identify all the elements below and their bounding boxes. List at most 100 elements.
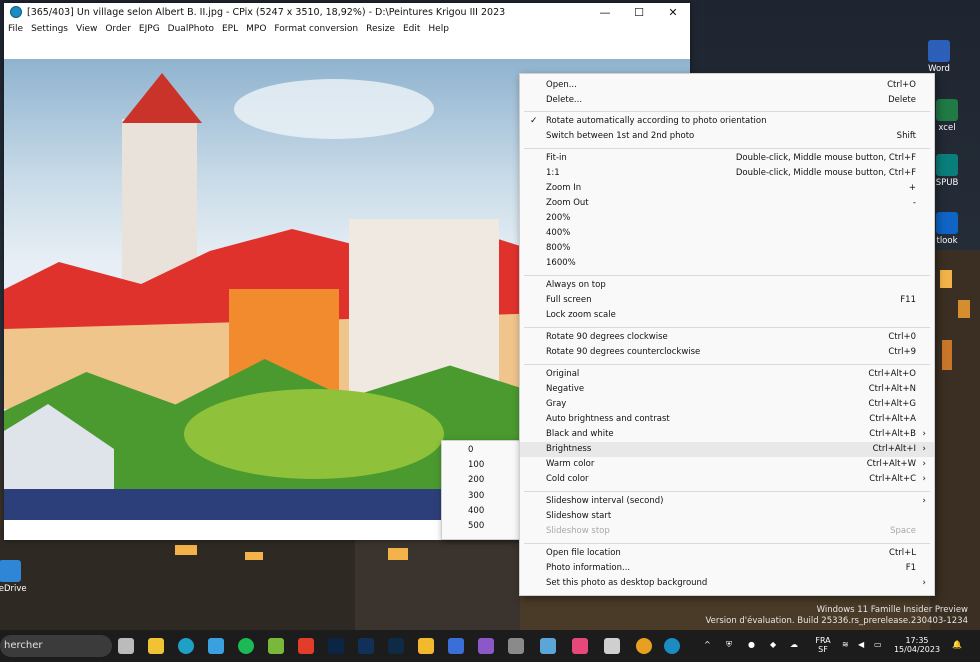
- brightness-option[interactable]: 0: [442, 443, 523, 458]
- desktop-icon-word[interactable]: Word: [917, 40, 961, 74]
- menu-item-open[interactable]: Open... Ctrl+O: [520, 78, 934, 93]
- wallpaper-window-light: [388, 548, 408, 560]
- spotify-icon[interactable]: [238, 638, 254, 654]
- app-purple-icon[interactable]: [478, 638, 494, 654]
- menu-help[interactable]: Help: [428, 24, 449, 34]
- menu-item-zoom-in[interactable]: Zoom In +: [520, 181, 934, 196]
- title-bar[interactable]: [365/403] Un village selon Albert B. II.…: [4, 3, 690, 21]
- window-title: [365/403] Un village selon Albert B. II.…: [27, 6, 506, 18]
- menu-item-zoom-out[interactable]: Zoom Out -: [520, 196, 934, 211]
- brightness-option[interactable]: 400: [442, 504, 523, 519]
- photoshop-icon[interactable]: [328, 638, 344, 654]
- menu-item-slideshow-start[interactable]: Slideshow start: [520, 509, 934, 524]
- menu-ejpg[interactable]: EJPG: [139, 24, 160, 34]
- menu-item-shortcut: Double-click, Middle mouse button, Ctrl+…: [735, 168, 916, 178]
- menu-mpo[interactable]: MPO: [246, 24, 266, 34]
- menu-item-200[interactable]: 200%: [520, 211, 934, 226]
- menu-item-1-1[interactable]: 1:1 Double-click, Middle mouse button, Ct…: [520, 166, 934, 181]
- cpix-taskbar-icon[interactable]: [664, 638, 680, 654]
- menu-item-slideshow-interval[interactable]: Slideshow interval (second) ›: [520, 494, 934, 509]
- menu-separator: [524, 543, 930, 544]
- onedrive-icon: [0, 560, 21, 582]
- task-view-icon[interactable]: [118, 638, 134, 654]
- minimize-button[interactable]: —: [588, 6, 622, 19]
- tray-battery-icon[interactable]: ▭: [874, 640, 882, 649]
- edge-icon[interactable]: [178, 638, 194, 654]
- notepad-icon[interactable]: [268, 638, 284, 654]
- menu-order[interactable]: Order: [105, 24, 131, 34]
- app-yellow-icon[interactable]: [636, 638, 652, 654]
- brightness-option[interactable]: 300: [442, 489, 523, 504]
- store-icon[interactable]: [208, 638, 224, 654]
- menu-item-open-file-location[interactable]: Open file location Ctrl+L: [520, 546, 934, 561]
- menu-item-desktop-background[interactable]: Set this photo as desktop background ›: [520, 576, 934, 591]
- menu-item-fit-in[interactable]: Fit-in Double-click, Middle mouse button,…: [520, 151, 934, 166]
- menu-item-label: Warm color: [546, 459, 595, 469]
- menu-item-label: Rotate 90 degrees counterclockwise: [546, 347, 701, 357]
- menu-item-brightness[interactable]: Brightness Ctrl+Alt+I ›: [520, 442, 934, 457]
- menu-item-slideshow-stop: Slideshow stop Space: [520, 524, 934, 539]
- file-explorer-icon[interactable]: [148, 638, 164, 654]
- tray-app2-icon[interactable]: ◆: [770, 640, 776, 649]
- menu-settings[interactable]: Settings: [31, 24, 68, 34]
- excel-icon: [936, 99, 958, 121]
- app-orange-icon[interactable]: [572, 638, 588, 654]
- menu-item-black-white[interactable]: Black and white Ctrl+Alt+B ›: [520, 427, 934, 442]
- menu-edit[interactable]: Edit: [403, 24, 420, 34]
- maximize-button[interactable]: ☐: [622, 6, 656, 19]
- menu-item-switch-photo[interactable]: Switch between 1st and 2nd photo Shift: [520, 129, 934, 144]
- menu-item-warm-color[interactable]: Warm color Ctrl+Alt+W ›: [520, 457, 934, 472]
- notification-bell-icon[interactable]: 🔔: [952, 640, 962, 649]
- menu-item-shortcut: +: [908, 183, 916, 193]
- tray-volume-icon[interactable]: ◀: [858, 640, 864, 649]
- menu-epl[interactable]: EPL: [222, 24, 238, 34]
- menu-item-gray[interactable]: Gray Ctrl+Alt+G: [520, 397, 934, 412]
- tray-app-icon[interactable]: ●: [748, 640, 755, 649]
- photos-icon[interactable]: [540, 638, 556, 654]
- app-blue-icon[interactable]: [448, 638, 464, 654]
- language-indicator[interactable]: FRA SF: [812, 636, 834, 654]
- wallpaper-window-light: [940, 270, 952, 288]
- app-grey-icon[interactable]: [508, 638, 524, 654]
- menu-item-label: Rotate 90 degrees clockwise: [546, 332, 668, 342]
- menu-item-rotate-auto[interactable]: ✓ Rotate automatically according to photo…: [520, 114, 934, 129]
- menu-item-rotate-cw[interactable]: Rotate 90 degrees clockwise Ctrl+0: [520, 330, 934, 345]
- tray-chevron-up-icon[interactable]: ^: [704, 640, 711, 649]
- brightness-option[interactable]: 100: [442, 458, 523, 473]
- brightness-option[interactable]: 200: [442, 473, 523, 488]
- close-button[interactable]: ✕: [656, 6, 690, 19]
- menu-item-always-on-top[interactable]: Always on top: [520, 278, 934, 293]
- menu-item-400[interactable]: 400%: [520, 226, 934, 241]
- menu-item-negative[interactable]: Negative Ctrl+Alt+N: [520, 382, 934, 397]
- menu-resize[interactable]: Resize: [366, 24, 395, 34]
- lightroom-icon[interactable]: [388, 638, 404, 654]
- menu-item-rotate-ccw[interactable]: Rotate 90 degrees counterclockwise Ctrl+9: [520, 345, 934, 360]
- menu-separator: [524, 491, 930, 492]
- menu-item-800[interactable]: 800%: [520, 241, 934, 256]
- taskbar-search[interactable]: hercher: [0, 635, 112, 657]
- app-red-icon[interactable]: [298, 638, 314, 654]
- tray-security-icon[interactable]: ⛨: [726, 640, 732, 650]
- desktop-icon-onedrive[interactable]: neDrive: [0, 560, 32, 594]
- menu-format-conversion[interactable]: Format conversion: [274, 24, 358, 34]
- menu-item-delete[interactable]: Delete... Delete: [520, 93, 934, 108]
- menu-item-shortcut: F1: [905, 563, 916, 573]
- painting-trees-light: [184, 389, 444, 479]
- tray-cloud-icon[interactable]: ☁: [790, 640, 798, 649]
- menu-item-1600[interactable]: 1600%: [520, 256, 934, 271]
- clock[interactable]: 17:35 15/04/2023: [892, 636, 942, 654]
- app-white-icon[interactable]: [604, 638, 620, 654]
- photoshop-elements-icon[interactable]: [358, 638, 374, 654]
- menu-file[interactable]: File: [8, 24, 23, 34]
- menu-item-original[interactable]: Original Ctrl+Alt+O: [520, 367, 934, 382]
- menu-item-photo-information[interactable]: Photo information... F1: [520, 561, 934, 576]
- brightness-option[interactable]: 500: [442, 519, 523, 534]
- menu-item-full-screen[interactable]: Full screen F11: [520, 293, 934, 308]
- tray-wifi-icon[interactable]: ≋: [842, 640, 849, 649]
- menu-view[interactable]: View: [76, 24, 97, 34]
- menu-dualphoto[interactable]: DualPhoto: [168, 24, 214, 34]
- menu-item-lock-zoom[interactable]: Lock zoom scale: [520, 308, 934, 323]
- menu-item-cold-color[interactable]: Cold color Ctrl+Alt+C ›: [520, 472, 934, 487]
- menu-item-auto-brightness[interactable]: Auto brightness and contrast Ctrl+Alt+A: [520, 412, 934, 427]
- drive-icon[interactable]: [418, 638, 434, 654]
